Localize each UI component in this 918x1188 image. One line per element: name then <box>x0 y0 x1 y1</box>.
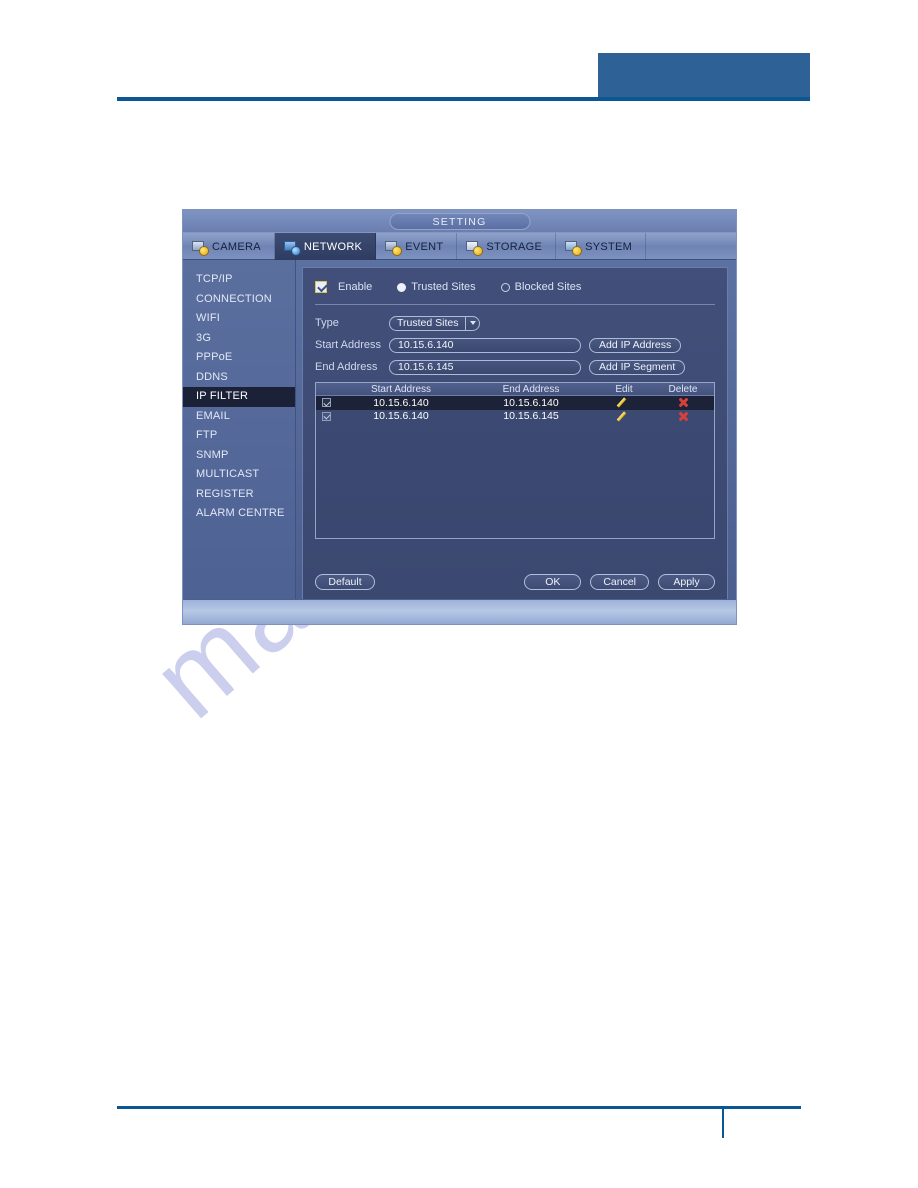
radio-blocked-sites-label: Blocked Sites <box>514 281 582 293</box>
radio-blocked-sites[interactable]: Blocked Sites <box>500 281 582 293</box>
edit-icon[interactable] <box>619 397 630 408</box>
start-address-row: Start Address Add IP Address <box>315 335 715 355</box>
ok-button[interactable]: OK <box>524 574 582 590</box>
sidebar-item-email[interactable]: EMAIL <box>183 407 295 427</box>
start-address-input[interactable] <box>389 337 581 353</box>
row-end-address: 10.15.6.145 <box>503 410 559 423</box>
tab-system-label: SYSTEM <box>585 240 633 253</box>
end-address-row: End Address Add IP Segment <box>315 357 715 377</box>
header-accent-block <box>598 53 810 99</box>
storage-icon <box>466 240 483 255</box>
sidebar-item-ip-filter[interactable]: IP FILTER <box>183 387 295 407</box>
edit-icon[interactable] <box>619 411 630 422</box>
type-select[interactable]: Trusted Sites <box>389 315 481 331</box>
dialog-bottom-strip <box>183 599 736 624</box>
row-start-address: 10.15.6.140 <box>373 396 429 409</box>
event-icon <box>385 240 402 255</box>
dialog-body: TCP/IP CONNECTION WIFI 3G PPPoE DDNS IP … <box>183 260 736 609</box>
cancel-button[interactable]: Cancel <box>590 574 649 590</box>
section-divider <box>315 304 715 305</box>
dialog-titlebar: SETTING <box>183 210 736 233</box>
sidebar-item-alarm-centre[interactable]: ALARM CENTRE <box>183 504 295 524</box>
sidebar-item-ddns[interactable]: DDNS <box>183 368 295 388</box>
add-ip-segment-button[interactable]: Add IP Segment <box>589 359 686 375</box>
table-row[interactable]: 10.15.6.140 10.15.6.140 <box>316 396 714 410</box>
row-end-address: 10.15.6.140 <box>503 396 559 409</box>
enable-label: Enable <box>338 281 373 293</box>
tab-camera[interactable]: CAMERA <box>183 233 275 260</box>
table-header-delete: Delete <box>668 383 698 395</box>
end-address-label: End Address <box>315 361 378 373</box>
add-ip-address-button[interactable]: Add IP Address <box>589 337 682 353</box>
document-page: manualslive.com SETTING CAMERA NETWORK E… <box>0 0 918 1188</box>
sidebar-item-3g[interactable]: 3G <box>183 329 295 349</box>
tab-system[interactable]: SYSTEM <box>556 233 647 260</box>
setting-dialog: SETTING CAMERA NETWORK EVENT STORAGE SYS… <box>182 209 737 625</box>
header-rule <box>117 97 810 101</box>
enable-row: Enable Trusted Sites Blocked Sites <box>315 279 715 295</box>
sidebar-item-tcpip[interactable]: TCP/IP <box>183 270 295 290</box>
network-icon <box>283 240 300 255</box>
tab-network[interactable]: NETWORK <box>274 233 377 260</box>
sidebar-item-connection[interactable]: CONNECTION <box>183 290 295 310</box>
system-icon <box>565 240 582 255</box>
type-select-value: Trusted Sites <box>397 316 459 329</box>
dialog-footer: Default OK Cancel Apply <box>315 574 715 590</box>
type-row: Type Trusted Sites <box>315 313 715 333</box>
table-header-end-address: End Address <box>502 383 560 395</box>
radio-trusted-sites[interactable]: Trusted Sites <box>397 281 476 293</box>
dialog-title: SETTING <box>389 213 530 230</box>
ip-filter-panel: Enable Trusted Sites Blocked Sites Type … <box>302 267 728 601</box>
apply-button[interactable]: Apply <box>658 574 715 590</box>
row-checkbox[interactable] <box>321 411 331 421</box>
radio-blocked-sites-dot <box>500 282 510 292</box>
sidebar-item-multicast[interactable]: MULTICAST <box>183 465 295 485</box>
table-header-checkbox <box>316 383 336 395</box>
sidebar-item-register[interactable]: REGISTER <box>183 485 295 505</box>
sidebar-item-snmp[interactable]: SNMP <box>183 446 295 466</box>
tab-camera-label: CAMERA <box>212 240 261 253</box>
start-address-label: Start Address <box>315 339 382 351</box>
table-row[interactable]: 10.15.6.140 10.15.6.145 <box>316 410 714 424</box>
sidebar-item-ftp[interactable]: FTP <box>183 426 295 446</box>
tab-storage[interactable]: STORAGE <box>457 233 557 260</box>
tab-event[interactable]: EVENT <box>376 233 458 260</box>
tab-storage-label: STORAGE <box>486 240 543 253</box>
sidebar-item-wifi[interactable]: WIFI <box>183 309 295 329</box>
camera-icon <box>192 240 208 255</box>
tab-event-label: EVENT <box>405 240 444 253</box>
row-start-address: 10.15.6.140 <box>373 410 429 423</box>
type-label: Type <box>315 317 339 329</box>
table-header-start-address: Start Address <box>370 383 432 395</box>
settings-sidebar: TCP/IP CONNECTION WIFI 3G PPPoE DDNS IP … <box>183 260 296 609</box>
sidebar-item-pppoe[interactable]: PPPoE <box>183 348 295 368</box>
tab-bar: CAMERA NETWORK EVENT STORAGE SYSTEM <box>183 233 736 260</box>
chevron-down-icon <box>465 316 479 330</box>
end-address-input[interactable] <box>389 359 581 375</box>
table-header: Start Address End Address Edit Delete <box>316 383 714 396</box>
footer-tick <box>722 1108 724 1138</box>
delete-icon[interactable] <box>678 397 689 408</box>
radio-trusted-sites-dot <box>397 282 407 292</box>
enable-checkbox[interactable] <box>315 281 327 293</box>
row-checkbox[interactable] <box>321 398 331 408</box>
delete-icon[interactable] <box>678 411 689 422</box>
radio-trusted-sites-label: Trusted Sites <box>411 281 476 293</box>
ip-filter-table: Start Address End Address Edit Delete 10… <box>315 382 715 539</box>
footer-rule <box>117 1106 801 1109</box>
default-button[interactable]: Default <box>315 574 375 590</box>
tab-network-label: NETWORK <box>303 240 363 253</box>
table-header-edit: Edit <box>615 383 633 395</box>
